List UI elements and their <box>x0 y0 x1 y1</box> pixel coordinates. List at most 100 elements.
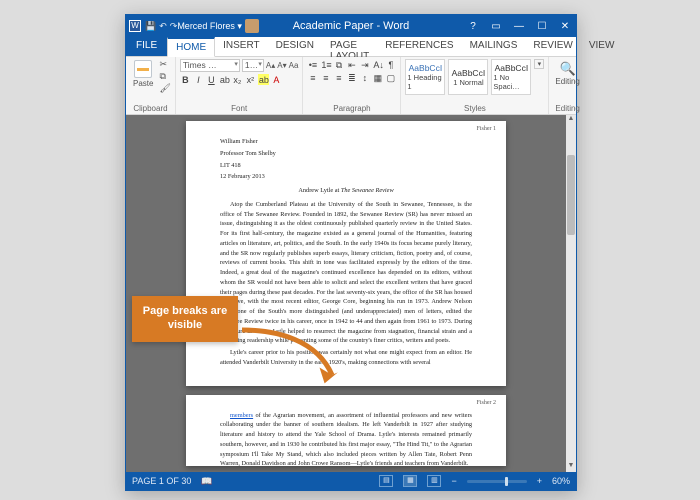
status-bar: PAGE 1 OF 30 📖 ▤ ▦ ▥ − + 60% <box>126 472 576 490</box>
tab-home[interactable]: HOME <box>167 37 215 57</box>
paste-label: Paste <box>133 79 153 88</box>
word-icon: W <box>129 20 141 32</box>
tab-mailings[interactable]: MAILINGS <box>462 37 526 56</box>
subscript-icon[interactable]: x₂ <box>232 74 243 85</box>
view-print-layout[interactable]: ▦ <box>403 475 417 487</box>
title-bar: W 💾 ↶ ↷ Academic Paper - Word Merced Flo… <box>126 15 576 37</box>
user-name: Merced Flores ▾ <box>177 21 242 32</box>
grow-font-icon[interactable]: A▴ <box>266 61 275 70</box>
document-scroll[interactable]: Fisher 1 William Fisher Professor Tom Sh… <box>126 115 566 472</box>
italic-icon[interactable]: I <box>193 74 204 85</box>
doc-para: members of the Agrarian movement, an ass… <box>220 411 472 470</box>
bullets-icon[interactable]: •≡ <box>307 59 318 70</box>
align-right-icon[interactable]: ≡ <box>333 72 344 83</box>
indent-inc-icon[interactable]: ⇥ <box>359 59 370 70</box>
paste-button[interactable]: Paste <box>130 59 156 89</box>
tab-review[interactable]: REVIEW <box>525 37 580 56</box>
avatar <box>245 19 259 33</box>
underline-icon[interactable]: U <box>206 74 217 85</box>
help-button[interactable]: ? <box>462 17 484 35</box>
group-label: Clipboard <box>130 103 171 114</box>
tab-references[interactable]: REFERENCES <box>377 37 461 56</box>
style-nospacing[interactable]: AaBbCcI 1 No Spaci… <box>491 59 531 95</box>
doc-line: Professor Tom Shelby <box>220 149 472 159</box>
proofing-icon[interactable]: 📖 <box>201 476 212 487</box>
undo-icon[interactable]: ↶ <box>159 21 167 32</box>
minimize-button[interactable]: — <box>508 17 530 35</box>
redo-icon[interactable]: ↷ <box>170 21 178 32</box>
font-size-select[interactable]: 1… <box>242 59 264 72</box>
document-area: Fisher 1 William Fisher Professor Tom Sh… <box>126 115 576 472</box>
view-read-mode[interactable]: ▤ <box>379 475 393 487</box>
group-styles: AaBbCcI 1 Heading 1 AaBbCcI 1 Normal AaB… <box>401 57 549 114</box>
tab-view[interactable]: VIEW <box>581 37 623 56</box>
zoom-out-button[interactable]: − <box>451 476 456 486</box>
doc-line: LIT 418 <box>220 161 472 171</box>
group-clipboard: Paste ✂ ⧉ 🖌 Clipboard <box>126 57 176 114</box>
superscript-icon[interactable]: x² <box>245 74 256 85</box>
change-case-icon[interactable]: Aa <box>289 61 299 70</box>
save-icon[interactable]: 💾 <box>145 21 156 32</box>
page-1[interactable]: Fisher 1 William Fisher Professor Tom Sh… <box>186 121 506 386</box>
doc-line: William Fisher <box>220 137 472 147</box>
align-left-icon[interactable]: ≡ <box>307 72 318 83</box>
tab-design[interactable]: DESIGN <box>268 37 322 56</box>
style-heading1[interactable]: AaBbCcI 1 Heading 1 <box>405 59 445 95</box>
zoom-level[interactable]: 60% <box>552 476 570 486</box>
group-editing: 🔍 Editing Editing <box>549 57 585 114</box>
shading-icon[interactable]: ▦ <box>372 72 383 83</box>
scroll-up-icon[interactable]: ▲ <box>566 115 576 125</box>
maximize-button[interactable]: ☐ <box>531 17 553 35</box>
quick-access-toolbar: 💾 ↶ ↷ <box>145 21 177 32</box>
justify-icon[interactable]: ≣ <box>346 72 357 83</box>
strike-icon[interactable]: ab <box>219 74 230 85</box>
highlight-icon[interactable]: ab <box>258 74 269 85</box>
cut-icon[interactable]: ✂ <box>159 59 170 70</box>
format-painter-icon[interactable]: 🖌 <box>159 83 170 94</box>
indent-dec-icon[interactable]: ⇤ <box>346 59 357 70</box>
styles-more-icon[interactable]: ▾ <box>534 59 544 69</box>
word-window: W 💾 ↶ ↷ Academic Paper - Word Merced Flo… <box>125 14 577 491</box>
pilcrow-icon[interactable]: ¶ <box>385 59 396 70</box>
sort-icon[interactable]: A↓ <box>372 59 383 70</box>
scroll-down-icon[interactable]: ▼ <box>566 462 576 472</box>
group-label: Editing <box>553 103 581 114</box>
doc-line: 12 February 2013 <box>220 172 472 182</box>
find-button[interactable]: 🔍 Editing <box>553 59 581 88</box>
doc-title: Andrew Lytle at The Sewanee Review <box>220 186 472 196</box>
borders-icon[interactable]: ▢ <box>385 72 396 83</box>
font-family-select[interactable]: Times … <box>180 59 240 72</box>
group-label: Font <box>180 103 299 114</box>
close-button[interactable]: ✕ <box>554 17 576 35</box>
font-color-icon[interactable]: A <box>271 74 282 85</box>
vertical-scrollbar[interactable]: ▲ ▼ <box>566 115 576 472</box>
copy-icon[interactable]: ⧉ <box>159 71 170 82</box>
page-indicator[interactable]: PAGE 1 OF 30 <box>132 476 191 486</box>
page-2[interactable]: Fisher 2 members of the Agrarian movemen… <box>186 395 506 466</box>
group-label: Styles <box>405 103 544 114</box>
bold-icon[interactable]: B <box>180 74 191 85</box>
tab-insert[interactable]: INSERT <box>215 37 268 56</box>
annotation-callout: Page breaks are visible <box>132 296 238 342</box>
tutorial-slide: W 💾 ↶ ↷ Academic Paper - Word Merced Flo… <box>0 0 700 500</box>
doc-para: Lytle's career prior to his position was… <box>220 348 472 368</box>
style-normal[interactable]: AaBbCcI 1 Normal <box>448 59 488 95</box>
find-icon: 🔍 <box>560 61 576 77</box>
ribbon-display-button[interactable]: ▭ <box>485 17 507 35</box>
tab-file[interactable]: FILE <box>126 37 167 56</box>
zoom-in-button[interactable]: + <box>537 476 542 486</box>
ribbon: Paste ✂ ⧉ 🖌 Clipboard Times … 1… A▴ <box>126 57 576 115</box>
tab-page-layout[interactable]: PAGE LAYOUT <box>322 37 377 56</box>
user-account[interactable]: Merced Flores ▾ <box>177 19 259 33</box>
doc-para: Atop the Cumberland Plateau at the Unive… <box>220 200 472 346</box>
view-web-layout[interactable]: ▥ <box>427 475 441 487</box>
line-spacing-icon[interactable]: ↕ <box>359 72 370 83</box>
zoom-slider[interactable] <box>467 480 527 483</box>
multilevel-icon[interactable]: ⧉ <box>333 59 344 70</box>
align-center-icon[interactable]: ≡ <box>320 72 331 83</box>
shrink-font-icon[interactable]: A▾ <box>277 61 286 70</box>
numbering-icon[interactable]: 1≡ <box>320 59 331 70</box>
page-header: Fisher 1 <box>477 125 497 134</box>
page-header: Fisher 2 <box>477 399 497 408</box>
scrollbar-thumb[interactable] <box>567 155 575 235</box>
